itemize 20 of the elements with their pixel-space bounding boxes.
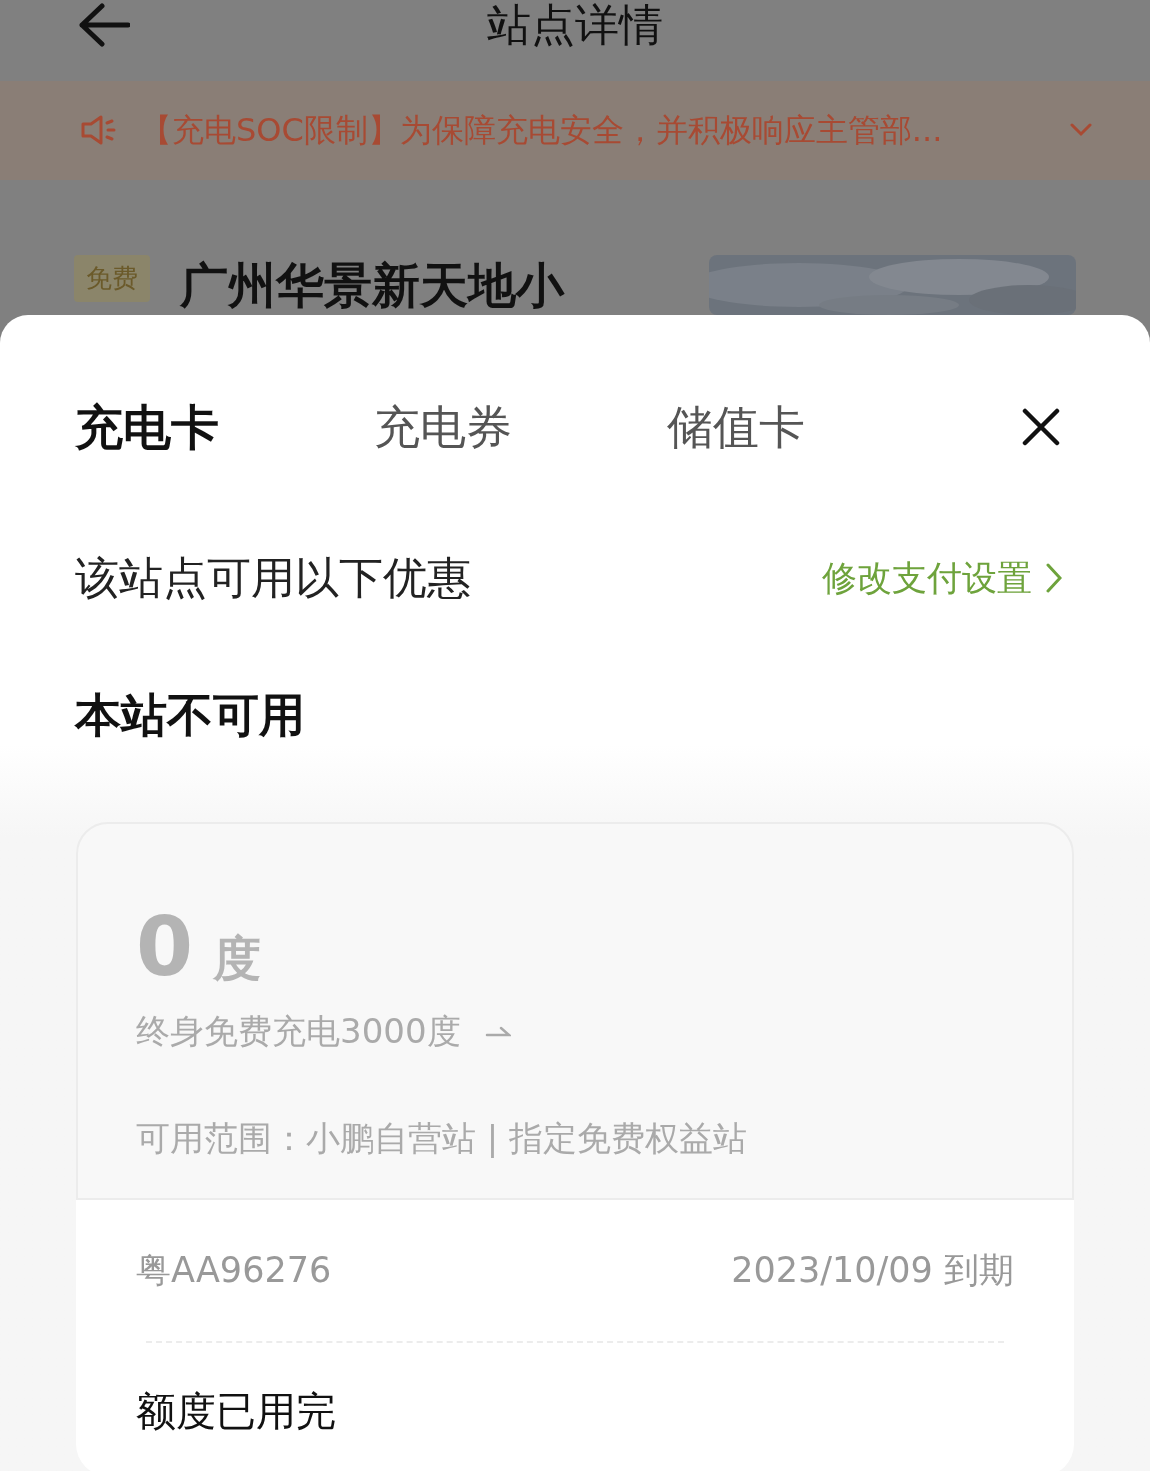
license-plate: 粤AA96276 — [136, 1249, 332, 1292]
chevron-right-icon — [1046, 563, 1062, 593]
free-tag: 免费 — [74, 255, 150, 302]
close-icon[interactable] — [1022, 408, 1060, 446]
notice-text: 【充电SOC限制】为保障充电安全，并积极响应主管部... — [140, 110, 944, 152]
expiry-date: 2023/10/09 到期 — [731, 1249, 1014, 1292]
section-heading: 本站不可用 — [75, 687, 306, 744]
quota-status: 额度已用完 — [136, 1386, 337, 1436]
usage-scope: 可用范围：小鹏自营站 | 指定免费权益站 — [136, 1117, 749, 1160]
speaker-icon — [80, 115, 116, 146]
offers-heading: 该站点可用以下优惠 — [75, 551, 471, 605]
card-description: 终身免费充电3000度 — [136, 1010, 461, 1053]
page-title: 站点详情 — [486, 0, 664, 53]
tab[interactable]: 充电卡 — [75, 395, 219, 459]
station-name: 广州华景新天地小 — [180, 256, 564, 315]
back-arrow-icon[interactable] — [78, 3, 130, 48]
tab[interactable]: 充电券 — [374, 395, 512, 459]
balance-amount: 0 — [136, 906, 194, 988]
tab[interactable]: 储值卡 — [667, 395, 805, 459]
balance-unit: 度 — [213, 929, 262, 988]
